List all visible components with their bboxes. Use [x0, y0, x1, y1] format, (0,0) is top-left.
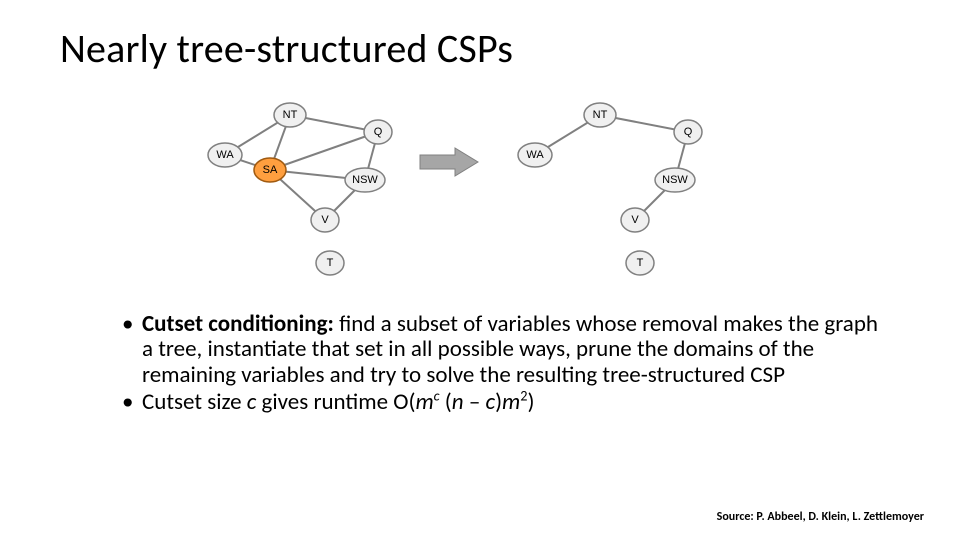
source-credit: Source: P. Abbeel, D. Klein, L. Zettlemo… — [717, 510, 924, 524]
b2-part: ( — [440, 388, 452, 416]
b2-part: Cutset size — [142, 388, 247, 416]
node-nt: NT — [274, 103, 306, 127]
node-label: T — [637, 257, 644, 269]
node-q: Q — [674, 120, 702, 144]
b2-n: n — [452, 388, 464, 416]
node-nt: NT — [584, 103, 616, 127]
left-graph: WA NT SA Q NSW V — [208, 103, 392, 275]
node-sa: SA — [254, 158, 286, 182]
node-v: V — [621, 208, 649, 232]
slide-title: Nearly tree-structured CSPs — [60, 24, 513, 73]
node-label: NT — [283, 109, 298, 121]
right-graph: WA NT Q NSW V T — [518, 103, 702, 275]
bullet-2: Cutset size c gives runtime O(mc (n – c)… — [120, 390, 880, 415]
node-label: NSW — [352, 174, 378, 186]
node-wa: WA — [518, 143, 552, 167]
node-v: V — [311, 208, 339, 232]
node-label: WA — [526, 149, 544, 161]
arrow-icon — [420, 148, 478, 176]
b2-part: ) — [527, 388, 534, 416]
node-label: V — [321, 214, 329, 226]
node-label: V — [631, 214, 639, 226]
slide: Nearly tree-structured CSPs WA NT — [0, 0, 960, 540]
bullet-list: Cutset conditioning: find a subset of va… — [120, 312, 880, 417]
node-nsw: NSW — [345, 168, 385, 192]
bullet-1: Cutset conditioning: find a subset of va… — [120, 312, 880, 388]
node-label: SA — [263, 164, 278, 176]
node-label: WA — [216, 149, 234, 161]
graphs-figure: WA NT SA Q NSW V — [195, 100, 755, 290]
b2-m1: m — [415, 388, 433, 416]
b2-part: ) — [495, 388, 502, 416]
b2-part: – — [464, 388, 486, 416]
node-label: NT — [593, 109, 608, 121]
b2-c2: c — [485, 388, 495, 416]
node-label: Q — [374, 126, 383, 138]
b2-part: gives runtime O( — [256, 388, 415, 416]
node-label: NSW — [662, 174, 688, 186]
node-wa: WA — [208, 143, 242, 167]
node-nsw: NSW — [655, 168, 695, 192]
b2-m2: m — [502, 388, 520, 416]
node-label: Q — [684, 126, 693, 138]
bullet-1-lead: Cutset conditioning: — [142, 310, 334, 338]
node-label: T — [327, 257, 334, 269]
edge-sa-q — [270, 132, 378, 170]
node-t: T — [626, 251, 654, 275]
node-q: Q — [364, 120, 392, 144]
node-t: T — [316, 251, 344, 275]
b2-c: c — [247, 388, 257, 416]
